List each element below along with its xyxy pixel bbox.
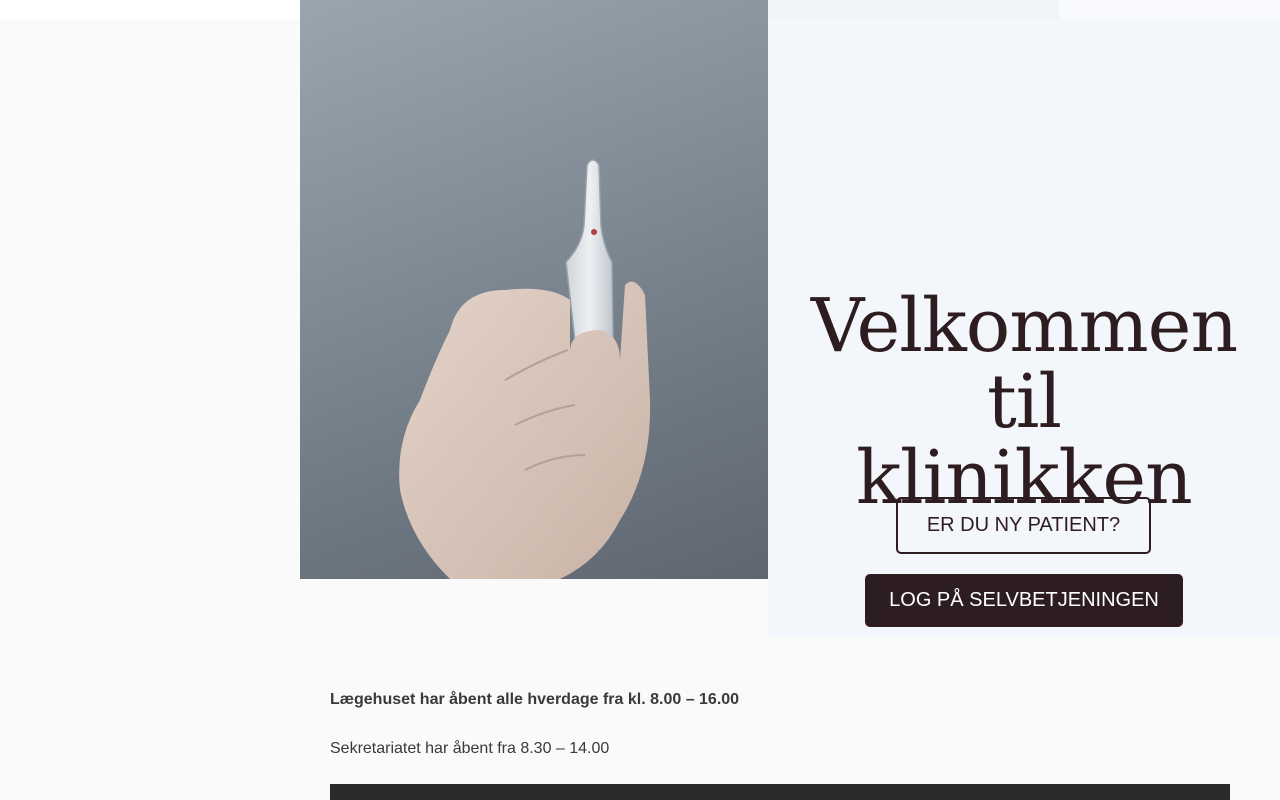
new-patient-button[interactable]: ER DU NY PATIENT?	[896, 497, 1151, 554]
self-service-login-button[interactable]: LOG PÅ SELVBETJENINGEN	[865, 574, 1183, 627]
top-strip-middle	[768, 0, 1059, 20]
dark-section-bar	[330, 784, 1230, 800]
top-strip-right	[1059, 0, 1280, 20]
self-service-login-button-label: LOG PÅ SELVBETJENINGEN	[889, 589, 1159, 611]
secretariat-hours-text: Sekretariatet har åbent fra 8.30 – 14.00	[330, 740, 610, 757]
hand-holding-ampoule-illustration	[399, 159, 651, 579]
page-title: Velkommen til klinikken	[768, 288, 1280, 516]
opening-hours: Lægehuset har åbent alle hverdage fra kl…	[330, 688, 1230, 761]
hero-image	[300, 0, 768, 579]
top-strip-left	[0, 0, 300, 20]
opening-hours-text: Lægehuset har åbent alle hverdage fra kl…	[330, 691, 740, 708]
new-patient-button-label: ER DU NY PATIENT?	[926, 514, 1121, 536]
page-title-line1: Velkommen til	[810, 283, 1238, 445]
